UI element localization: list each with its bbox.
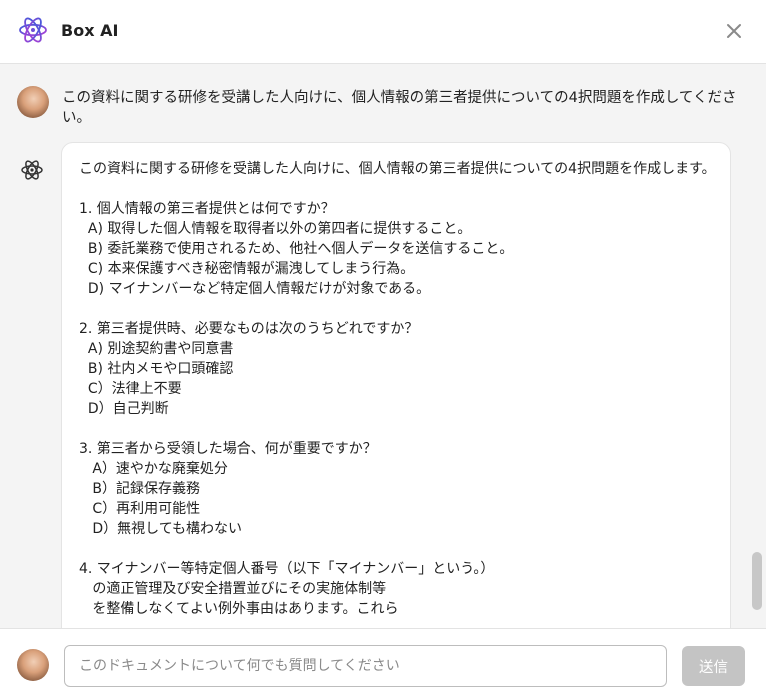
ai-response-bubble: この資料に関する研修を受講した人向けに、個人情報の第三者提供についての4択問題を…: [61, 142, 731, 628]
user-avatar: [17, 86, 49, 118]
box-ai-logo-icon: [19, 17, 47, 43]
ai-assistant-icon: [21, 160, 43, 180]
close-icon[interactable]: [722, 19, 746, 43]
scrollbar-thumb[interactable]: [752, 552, 762, 610]
question-input[interactable]: [64, 645, 667, 687]
conversation-area[interactable]: この資料に関する研修を受講した人向けに、個人情報の第三者提供についての4択問題を…: [0, 64, 766, 628]
panel-title: Box AI: [61, 21, 119, 40]
send-button[interactable]: 送信: [682, 646, 745, 686]
panel-header: Box AI: [0, 0, 766, 64]
composer-user-avatar: [17, 649, 49, 681]
user-message: この資料に関する研修を受講した人向けに、個人情報の第三者提供についての4択問題を…: [62, 90, 737, 126]
composer: 送信: [0, 628, 766, 693]
ai-response-text: この資料に関する研修を受講した人向けに、個人情報の第三者提供についての4択問題を…: [79, 161, 716, 617]
